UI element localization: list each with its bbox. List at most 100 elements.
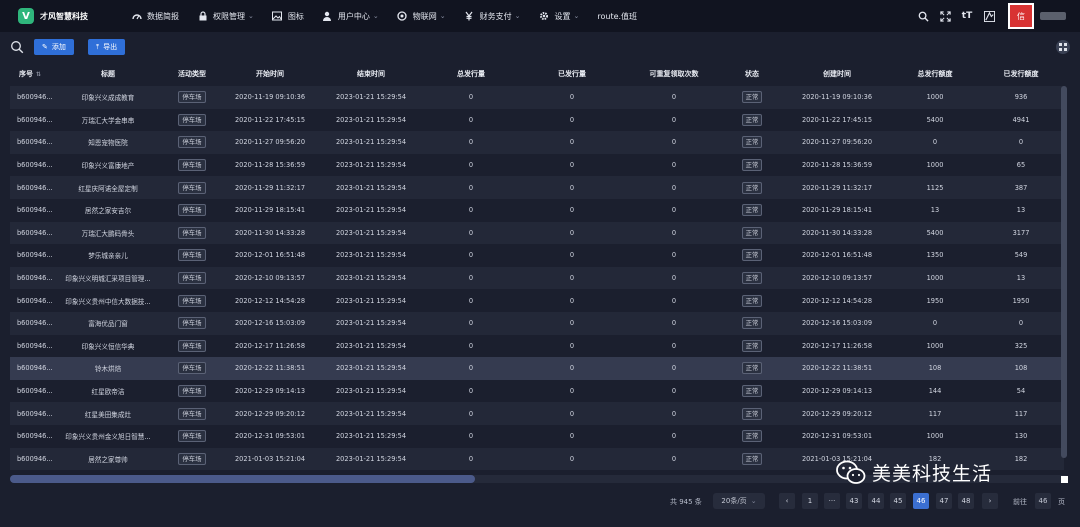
page-button[interactable]: 47 [936, 493, 952, 509]
table-cell: 0 [468, 228, 474, 237]
table-cell: 13 [1016, 274, 1026, 283]
table-cell: 936 [1014, 93, 1028, 102]
table-row[interactable]: b600946... 红星美田集成灶 停车场 2020-12-29 09:20:12 2… [10, 402, 1064, 425]
activity-type-tag: 停车场 [178, 159, 206, 172]
page-button-first[interactable]: 1 [802, 493, 818, 509]
column-header[interactable]: 序号 ⇅ [10, 62, 54, 86]
goto-label: 前往 [1013, 498, 1027, 506]
table-row[interactable]: b600946... 富海优品门窗 停车场 2020-12-16 15:03:09 20… [10, 311, 1064, 335]
table-row[interactable]: b600946... 印象兴义成成教育 停车场 2020-11-19 09:10:36… [10, 86, 1064, 109]
table-cell: 0 [671, 409, 677, 418]
nav-item-4[interactable]: 用户中心 ⌄ [313, 0, 388, 32]
table-cell: 2023-01-21 15:29:54 [335, 364, 407, 373]
add-button[interactable]: ✎ 添加 [34, 39, 74, 55]
table-cell: 正常 [722, 154, 782, 177]
nav-item-label: 设置 [554, 11, 571, 21]
page-button[interactable]: 48 [958, 493, 974, 509]
username-blurred[interactable] [1040, 12, 1066, 20]
nav-item-5[interactable]: 物联网 ⌄ [388, 0, 455, 32]
column-header[interactable]: 创建时间 [782, 62, 892, 86]
page-ellipsis-button[interactable]: ··· [824, 493, 840, 509]
search-toggle-icon[interactable] [10, 40, 24, 54]
table-cell: 2020-12-16 15:03:09 [801, 319, 873, 328]
nav-item-1[interactable]: 数据简报 [122, 0, 188, 32]
table-cell: 停车场 [162, 131, 222, 154]
table-cell: 5400 [926, 115, 944, 124]
column-header[interactable]: 已发行额度 [978, 62, 1064, 86]
export-button[interactable]: ⤒ 导出 [88, 39, 126, 55]
page-size-select[interactable]: 20条/页 ⌄ [713, 493, 765, 509]
next-page-button[interactable]: › [982, 493, 998, 509]
column-header[interactable]: 标题 [54, 62, 162, 86]
page-button[interactable]: 46 [913, 493, 929, 509]
logo[interactable]: V 才风智慧科技 [18, 8, 122, 24]
table-row[interactable]: b600946... 印象兴义贵州中信大数据技... 停车场 2020-12-12 1… [10, 289, 1064, 312]
table-cell: 0 [468, 93, 474, 102]
column-header-label: 序号 [19, 70, 33, 78]
table-row[interactable]: b600946... 印象兴义恒信华典 停车场 2020-12-17 11:26:58… [10, 334, 1064, 358]
table-cell: 居然之家安吉尔 [84, 207, 132, 216]
table-cell: 0 [569, 93, 575, 102]
nav-item-label: 物联网 [412, 11, 437, 21]
table-row[interactable]: b600946... 印象兴义富康地产 停车场 2020-11-28 15:36:59… [10, 153, 1064, 177]
activity-type-tag: 停车场 [178, 249, 206, 262]
column-header[interactable]: 可重复领取次数 [626, 62, 722, 86]
vertical-scrollbar-thumb[interactable] [1061, 86, 1067, 458]
theme-icon[interactable] [983, 10, 995, 22]
column-header[interactable]: 总发行量 [424, 62, 518, 86]
table-cell: 2020-11-27 09:56:20 [801, 138, 873, 147]
horizontal-scrollbar-thumb[interactable] [10, 475, 475, 483]
nav-item-8[interactable]: route.值班 [588, 0, 646, 32]
column-header[interactable]: 结束时间 [318, 62, 424, 86]
page-button[interactable]: 44 [868, 493, 884, 509]
page-button[interactable]: 45 [890, 493, 906, 509]
table-row[interactable]: b600946... 红星庆阿诺全屋定制 停车场 2020-11-29 11:32:1… [10, 176, 1064, 199]
table-row[interactable]: b600946... 万瑞汇大鹏码骨头 停车场 2020-11-30 14:33:28… [10, 221, 1064, 245]
chevron-down-icon: ⌄ [573, 12, 580, 20]
table-cell: 387 [1014, 183, 1028, 192]
avatar[interactable]: 信 [1008, 3, 1034, 29]
table-cell: 印象兴义恒信华典 [81, 342, 135, 351]
vertical-scrollbar[interactable] [1061, 86, 1067, 458]
table-row[interactable]: b600946... 铃木烘焙 停车场 2020-12-22 11:38:51 2023… [10, 357, 1064, 380]
nav-item-6[interactable]: 财务支付 ⌄ [455, 0, 530, 32]
sort-icon[interactable]: ⇅ [36, 71, 41, 78]
table-cell: 2020-12-29 09:20:12 [234, 409, 306, 418]
table-cell: 108 [1014, 364, 1028, 373]
nav-item-2[interactable]: 权限管理 ⌄ [188, 0, 263, 32]
goto-page-input[interactable]: 46 [1035, 493, 1051, 509]
table-row[interactable]: b600946... 印象兴义贵州金义旭日智慧... 停车场 2020-12-31 0… [10, 424, 1064, 448]
table-cell: 正常 [722, 380, 782, 403]
table-row[interactable]: b600946... 知恩宠物医院 停车场 2020-11-27 09:56:20 20… [10, 131, 1064, 154]
table-cell: 0 [671, 183, 677, 192]
fullscreen-icon[interactable] [939, 10, 951, 22]
nav-item-3[interactable]: 图标 [263, 0, 313, 32]
table-row[interactable]: b600946... 梦乐城亲亲儿 停车场 2020-12-01 16:51:48 20… [10, 244, 1064, 267]
search-icon[interactable] [917, 10, 929, 22]
table-row[interactable]: b600946... 居然之家安吉尔 停车场 2020-11-29 18:15:41 2… [10, 198, 1064, 222]
table-row[interactable]: b600946... 红星欧帝洁 停车场 2020-12-29 09:14:13 202… [10, 379, 1064, 403]
table-cell: 4941 [1012, 115, 1030, 124]
table-cell: 0 [468, 183, 474, 192]
column-header[interactable]: 总发行额度 [892, 62, 978, 86]
table-row[interactable]: b600946... 万瑞汇大学金串串 停车场 2020-11-22 17:45:15… [10, 108, 1064, 132]
table-cell: 红星欧帝洁 [91, 388, 125, 397]
font-size-icon[interactable]: tT [961, 10, 973, 22]
table-cell: 2023-01-21 15:29:54 [335, 274, 407, 283]
column-header[interactable]: 开始时间 [222, 62, 318, 86]
column-header[interactable]: 已发行量 [518, 62, 626, 86]
table-cell: b600946... [17, 93, 53, 102]
nav-item-7[interactable]: 设置 ⌄ [530, 0, 589, 32]
table-cell: 2020-11-30 14:33:28 [801, 228, 873, 237]
table-cell: 108 [928, 364, 942, 373]
nav-item-label: 权限管理 [213, 11, 245, 21]
column-header[interactable]: 活动类型 [162, 62, 222, 86]
prev-page-button[interactable]: ‹ [779, 493, 795, 509]
table-cell: 0 [569, 206, 575, 215]
column-settings-icon[interactable] [1056, 40, 1070, 54]
chevron-down-icon: ⌄ [439, 12, 446, 20]
column-header[interactable]: 状态 [722, 62, 782, 86]
table-row[interactable]: b600946... 印象兴义明城汇采项目管理... 停车场 2020-12-10 0… [10, 266, 1064, 290]
table-cell: 梦乐城亲亲儿 [88, 252, 128, 261]
page-button[interactable]: 43 [846, 493, 862, 509]
